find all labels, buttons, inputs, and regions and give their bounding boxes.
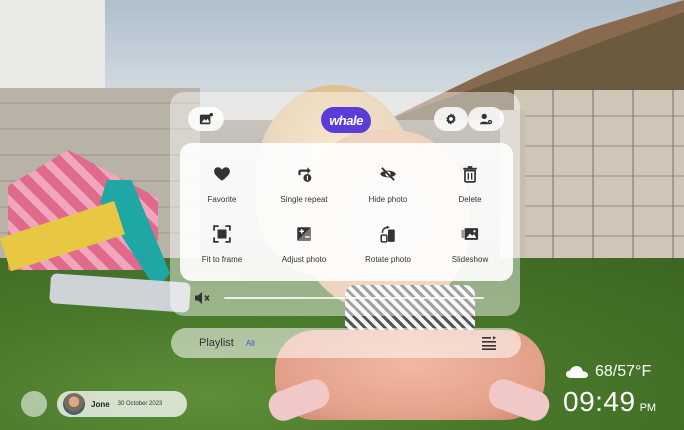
weather-widget: 68/57°F xyxy=(565,362,651,382)
gallery-icon xyxy=(199,112,213,125)
photo-house xyxy=(0,0,105,100)
user-settings-icon xyxy=(479,113,493,125)
adjust-photo-label: Adjust photo xyxy=(281,255,327,264)
volume-slider[interactable] xyxy=(224,297,484,299)
adjust-photo-action[interactable]: Adjust photo xyxy=(263,205,345,265)
trash-icon xyxy=(463,166,477,183)
clock-ampm: PM xyxy=(639,402,657,414)
settings-button[interactable] xyxy=(434,107,468,131)
gallery-button[interactable] xyxy=(188,107,224,131)
user-chip[interactable]: Jone 30 October 2023 xyxy=(57,391,187,417)
mute-button[interactable] xyxy=(194,288,216,308)
clock: 09:49 PM xyxy=(563,386,656,418)
single-repeat-label: Single repeat xyxy=(280,195,328,204)
photo-date: 30 October 2023 xyxy=(117,401,163,407)
list-menu-icon[interactable] xyxy=(481,336,497,350)
playlist-bar[interactable]: Playlist All xyxy=(171,328,521,358)
slideshow-icon xyxy=(461,228,479,240)
rotate-photo-label: Rotate photo xyxy=(365,255,411,264)
heart-icon xyxy=(214,167,230,181)
single-repeat-action[interactable]: Single repeat xyxy=(263,145,345,205)
repeat-one-icon xyxy=(298,167,312,182)
whale-logo: whale xyxy=(321,107,371,133)
playlist-value: All xyxy=(245,338,255,348)
slideshow-action[interactable]: Slideshow xyxy=(429,205,511,265)
fit-to-frame-action[interactable]: Fit to frame xyxy=(181,205,263,265)
rotate-photo-action[interactable]: Rotate photo xyxy=(347,205,429,265)
slideshow-label: Slideshow xyxy=(451,255,489,264)
fit-to-frame-label: Fit to frame xyxy=(201,255,243,264)
photo-wall-right xyxy=(514,90,684,265)
avatar xyxy=(63,393,85,415)
eye-hidden-icon xyxy=(380,167,396,181)
rotate-icon xyxy=(380,225,395,243)
playlist-label: Playlist xyxy=(199,337,234,349)
favorite-action[interactable]: Favorite xyxy=(181,145,263,205)
volume-mute-icon xyxy=(195,292,210,304)
user-name: Jone xyxy=(91,399,110,409)
gear-icon xyxy=(446,113,456,125)
delete-label: Delete xyxy=(458,195,482,204)
adjust-icon xyxy=(297,227,311,241)
volume-control xyxy=(194,288,494,308)
cloud-icon xyxy=(566,366,588,378)
account-button[interactable] xyxy=(468,107,504,131)
temperature: 68/57°F xyxy=(595,363,652,380)
home-button[interactable] xyxy=(21,391,47,417)
hide-photo-action[interactable]: Hide photo xyxy=(347,145,429,205)
hide-photo-label: Hide photo xyxy=(368,195,408,204)
delete-action[interactable]: Delete xyxy=(429,145,511,205)
clock-time: 09:49 xyxy=(563,386,636,417)
favorite-label: Favorite xyxy=(207,195,237,204)
fit-frame-icon xyxy=(213,225,231,243)
